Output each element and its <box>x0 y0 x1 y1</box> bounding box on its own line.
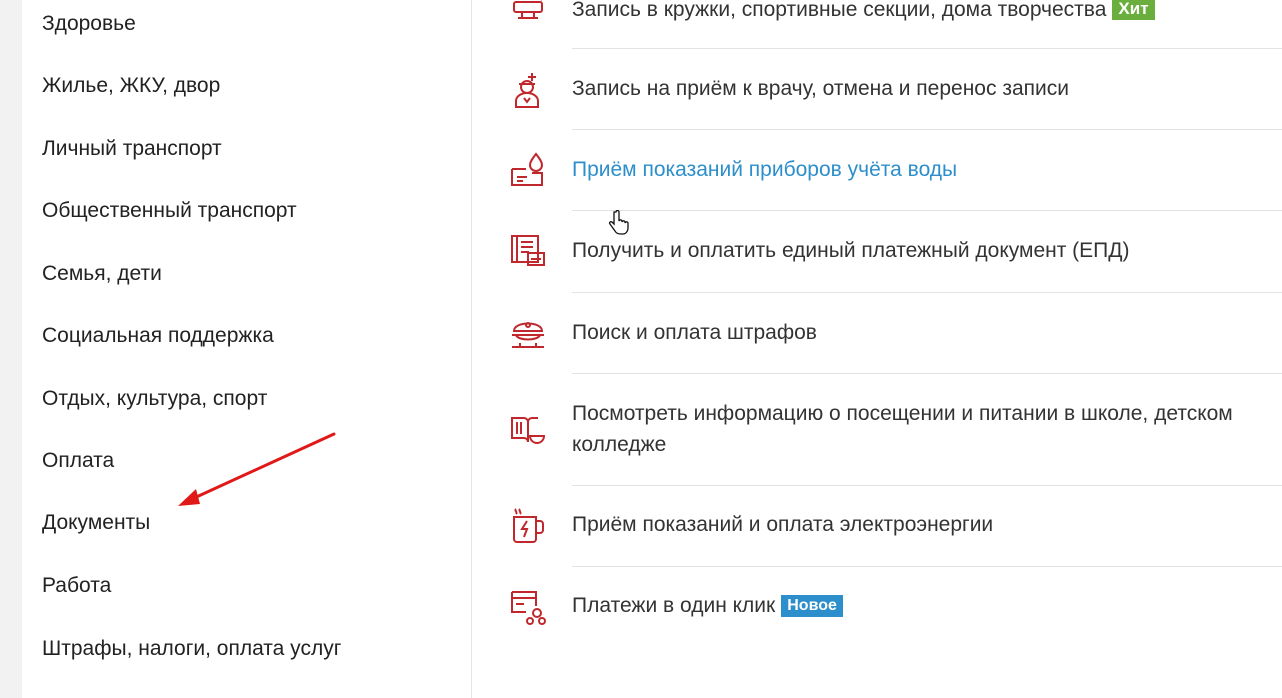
one-click-payment-icon <box>508 586 548 626</box>
category-sidebar: Здоровье Жилье, ЖКУ, двор Личный транспо… <box>22 0 472 698</box>
payment-document-icon <box>508 231 548 271</box>
divider <box>572 48 1282 49</box>
sidebar-item-family[interactable]: Семья, дети <box>42 261 162 287</box>
sidebar-item-public-transport[interactable]: Общественный транспорт <box>42 198 297 224</box>
divider <box>572 292 1282 293</box>
sidebar-item-documents[interactable]: Документы <box>42 510 150 536</box>
water-meter-icon <box>508 151 548 191</box>
electricity-icon <box>508 505 548 545</box>
hit-badge: Хит <box>1112 0 1155 20</box>
divider <box>572 129 1282 130</box>
sidebar-item-personal-transport[interactable]: Личный транспорт <box>42 136 222 162</box>
service-item-label: Запись в кружки, спортивные секции, дома… <box>572 0 1155 25</box>
clubs-icon <box>508 0 548 28</box>
page: Здоровье Жилье, ЖКУ, двор Личный транспо… <box>0 0 1282 698</box>
school-meals-icon <box>508 410 548 450</box>
left-gutter <box>0 0 22 698</box>
sidebar-item-fines-taxes[interactable]: Штрафы, налоги, оплата услуг <box>42 636 341 662</box>
service-item-label: Приём показаний и оплата электроэнергии <box>572 513 994 536</box>
service-item-label: Получить и оплатить единый платежный док… <box>572 239 1130 262</box>
service-item-label: Приём показаний приборов учёта воды <box>572 158 958 181</box>
service-item-label: Запись на приём к врачу, отмена и перено… <box>572 77 1069 100</box>
sidebar-item-housing[interactable]: Жилье, ЖКУ, двор <box>42 73 220 99</box>
service-item-label: Поиск и оплата штрафов <box>572 321 817 344</box>
services-list: Запись в кружки, спортивные секции, дома… <box>472 0 1282 698</box>
police-cap-icon <box>508 313 548 353</box>
sidebar-item-payment[interactable]: Оплата <box>42 448 114 474</box>
sidebar-item-leisure[interactable]: Отдых, культура, спорт <box>42 386 267 412</box>
sidebar-item-work[interactable]: Работа <box>42 573 111 599</box>
divider <box>572 373 1282 374</box>
sidebar-item-social-support[interactable]: Социальная поддержка <box>42 323 274 349</box>
doctor-icon <box>508 70 548 110</box>
hand-cursor-icon <box>608 210 629 235</box>
service-item-label: Платежи в один клик Новое <box>572 590 843 621</box>
divider <box>572 210 1282 211</box>
divider <box>572 566 1282 567</box>
new-badge: Новое <box>781 595 843 617</box>
divider <box>572 485 1282 486</box>
service-item-label: Посмотреть информацию о посещении и пита… <box>572 402 1233 456</box>
sidebar-item-health[interactable]: Здоровье <box>42 11 136 37</box>
